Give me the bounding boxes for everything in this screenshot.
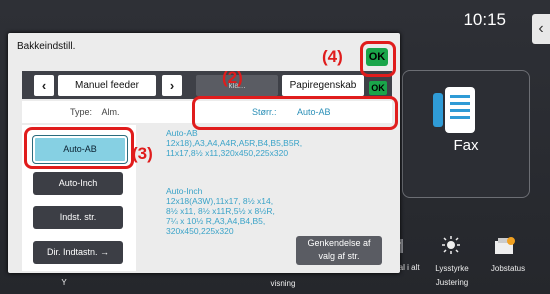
type-info: Type: Alm.: [70, 107, 120, 117]
bottom-label-adjust: Justering: [435, 278, 469, 287]
tab-ok-button[interactable]: OK: [369, 81, 387, 95]
auto-ab-line: 12x18),A3,A4,A4R,A5R,B4,B5,B5R,: [166, 138, 303, 148]
bottom-label-brightness[interactable]: Lysstyrke: [430, 264, 474, 273]
auto-inch-line: 7¼ x 10½ R,A3,A4,B4,B5,: [166, 216, 266, 226]
side-panel-toggle[interactable]: ‹: [532, 14, 550, 44]
fax-label: Fax: [453, 137, 479, 154]
fax-tile[interactable]: Fax: [402, 70, 530, 198]
callout-4: (4): [322, 47, 343, 66]
job-status-icon: [495, 237, 515, 254]
brightness-icon: [442, 236, 460, 254]
type-value: Alm.: [101, 107, 120, 117]
bottom-label-visning[interactable]: visning: [258, 279, 308, 288]
auto-inch-line: 320x450,225x320: [166, 226, 234, 236]
callout-2: (2): [222, 68, 243, 87]
auto-inch-title: Auto-Inch: [166, 186, 203, 196]
auto-ab-line: 11x17,8½ x11,320x450,225x320: [166, 148, 289, 158]
auto-inch-line: 12x18(A3W),11x17, 8½ x14,: [166, 196, 274, 206]
bottom-label-jobstatus[interactable]: Jobstatus: [486, 264, 530, 273]
arrow-right-icon: →: [100, 247, 110, 257]
auto-inch-line: 8½ x11, 8½ x11R,5½ x 8½R,: [166, 206, 275, 216]
tab-paper-property[interactable]: Papiregenskab: [282, 75, 364, 96]
panel-title: Bakkeindstill.: [17, 41, 76, 52]
callout-3: (3): [132, 144, 153, 163]
tab-manual-feeder[interactable]: Manuel feeder: [58, 75, 156, 96]
direct-entry-label: Dir. Indtastn.: [46, 247, 98, 257]
tab-prev-button[interactable]: ‹: [34, 75, 54, 96]
annotation-box-ok: [360, 41, 396, 77]
clock: 10:15: [463, 10, 506, 29]
auto-inch-section: Auto-Inch 12x18(A3W),11x17, 8½ x14, 8½ x…: [166, 186, 366, 236]
size-recognition-label: valg af str.: [318, 251, 360, 261]
tab-next-button[interactable]: ›: [162, 75, 182, 96]
direct-entry-button[interactable]: Dir. Indtastn. →: [33, 241, 123, 264]
fax-icon: [433, 87, 475, 133]
annotation-box-size: [192, 96, 398, 130]
size-recognition-label: Genkendelse af: [307, 238, 371, 248]
type-label: Type:: [70, 107, 93, 117]
auto-ab-section: Auto-AB 12x18),A3,A4,A4R,A5R,B4,B5,B5R, …: [166, 128, 366, 158]
annotation-box-auto-ab: [24, 127, 134, 169]
custom-size-button[interactable]: Indst. str.: [33, 206, 123, 229]
auto-inch-button[interactable]: Auto-Inch: [33, 172, 123, 195]
bottom-label-y: Y: [61, 278, 67, 287]
size-recognition-button[interactable]: Genkendelse af valg af str.: [296, 236, 382, 265]
